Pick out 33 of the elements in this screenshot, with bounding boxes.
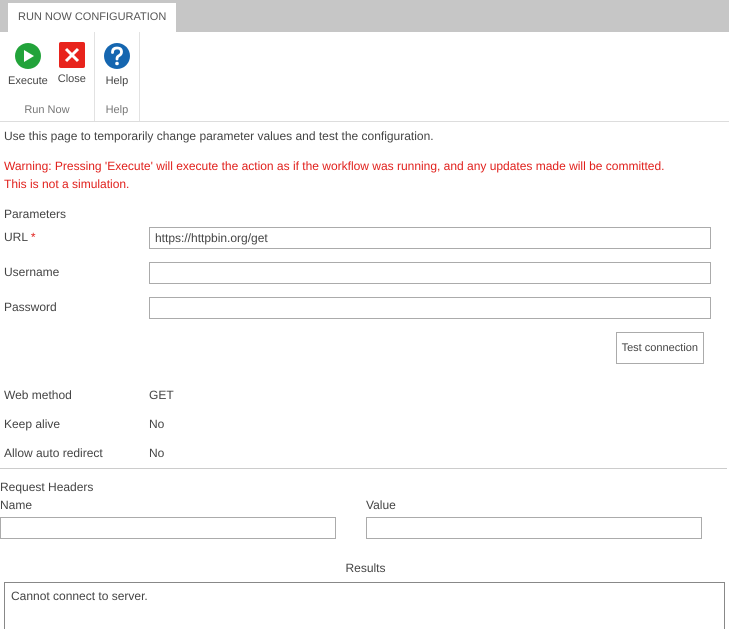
ribbon-button[interactable]: Help	[98, 42, 135, 90]
input-field[interactable]	[149, 262, 711, 284]
play-icon	[14, 42, 42, 70]
warning-text: Warning: Pressing 'Execute' will execute the action as if the workflow was running, and any updates made will be committed.	[4, 158, 666, 175]
input-field[interactable]	[366, 517, 702, 539]
results-heading: Results	[344, 560, 386, 577]
ribbon-button[interactable]: Execute	[4, 42, 52, 90]
setting-label: Allow auto redirect	[4, 445, 104, 462]
field-label: URL *	[4, 229, 37, 246]
input-field[interactable]	[149, 297, 711, 319]
close-icon	[58, 42, 85, 68]
input-field[interactable]	[0, 517, 336, 539]
test-connection-button[interactable]: Test connection	[616, 332, 704, 364]
section-heading: Request Headers	[0, 479, 94, 496]
warning-text: This is not a simulation.	[4, 176, 130, 193]
field-label: Username	[4, 264, 60, 281]
group-label: Run Now	[24, 102, 70, 118]
setting-value: No	[149, 445, 164, 462]
group-label: Help	[106, 102, 128, 118]
column-label: Value	[366, 497, 397, 514]
setting-value: GET	[149, 387, 174, 404]
help-icon	[102, 42, 131, 70]
ribbon-button[interactable]: Close	[54, 42, 90, 90]
setting-label: Web method	[4, 387, 73, 404]
ribbon-tab[interactable]: RUN NOW CONFIGURATION	[8, 3, 176, 32]
setting-label: Keep alive	[4, 416, 62, 433]
results-box: Cannot connect to server.	[4, 582, 725, 629]
field-label: Password	[4, 299, 58, 316]
intro-text: Use this page to temporarily change parameter values and test the configuration.	[4, 128, 435, 145]
column-label: Name	[0, 497, 34, 514]
setting-value: No	[149, 416, 164, 433]
section-heading: Parameters	[4, 206, 68, 223]
input-field[interactable]: https://httpbin.org/get	[149, 227, 711, 249]
